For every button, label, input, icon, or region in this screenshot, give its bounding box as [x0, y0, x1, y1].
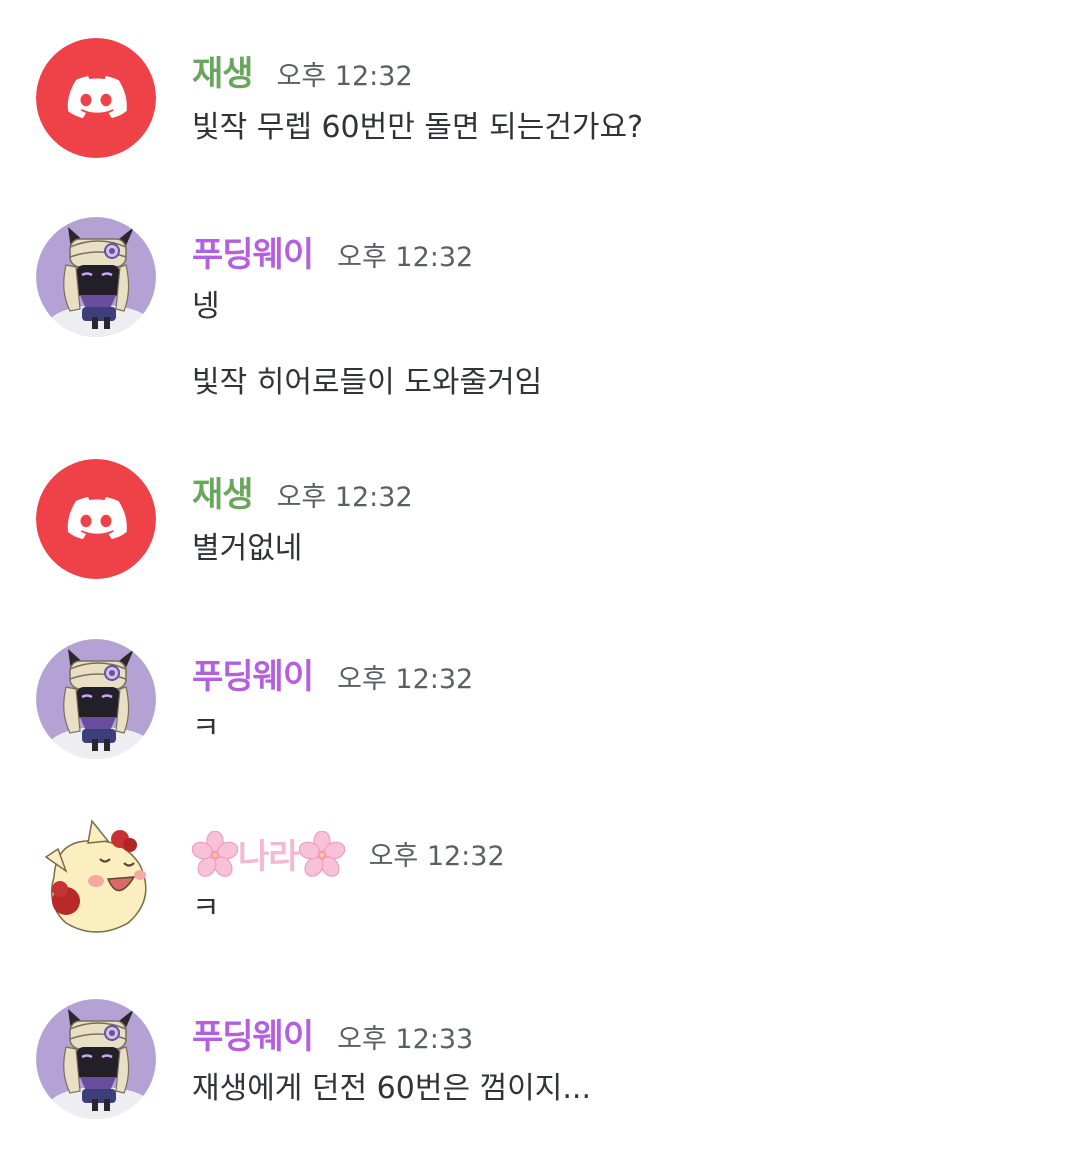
ninja-cat-avatar[interactable] [36, 217, 156, 337]
message-header: 푸딩웨이 오후 12:32 [192, 227, 473, 276]
username[interactable]: 푸딩웨이 [192, 649, 314, 698]
username[interactable]: 재생 [192, 467, 254, 516]
message-text: 넹 [192, 289, 220, 324]
timestamp: 오후 12:32 [276, 61, 413, 92]
discord-logo-icon[interactable] [36, 38, 156, 158]
username[interactable]: 재생 [192, 46, 254, 95]
message-text: 빛작 무렙 60번만 돌면 되는건가요? [192, 110, 644, 145]
username[interactable]: 나라 [192, 829, 345, 878]
message-header: 재생 오후 12:32 [192, 467, 413, 516]
message-text: 재생에게 던전 60번은 껌이지... [192, 1071, 591, 1106]
message-text: 빛작 히어로들이 도와줄거임 [192, 365, 543, 400]
ninja-cat-avatar[interactable] [36, 999, 156, 1119]
cherry-blossom-icon [299, 831, 345, 877]
message-header: 푸딩웨이 오후 12:33 [192, 1009, 473, 1058]
discord-logo-icon[interactable] [36, 459, 156, 579]
timestamp: 오후 12:32 [337, 664, 474, 695]
message-text: ㅋ [192, 711, 220, 746]
message-header: 나라 오후 12:32 [192, 829, 505, 878]
cherry-blossom-icon [192, 831, 238, 877]
timestamp: 오후 12:33 [337, 1024, 474, 1055]
message-text: ㅋ [192, 891, 220, 926]
timestamp: 오후 12:32 [337, 242, 474, 273]
message-text: 별거없네 [192, 531, 303, 566]
timestamp: 오후 12:32 [276, 482, 413, 513]
message-header: 재생 오후 12:32 [192, 46, 413, 95]
message-header: 푸딩웨이 오후 12:32 [192, 649, 473, 698]
username-text: 나라 [238, 837, 300, 877]
yellow-cat-avatar[interactable] [36, 819, 156, 939]
username[interactable]: 푸딩웨이 [192, 227, 314, 276]
ninja-cat-avatar[interactable] [36, 639, 156, 759]
username[interactable]: 푸딩웨이 [192, 1009, 314, 1058]
timestamp: 오후 12:32 [368, 841, 505, 872]
